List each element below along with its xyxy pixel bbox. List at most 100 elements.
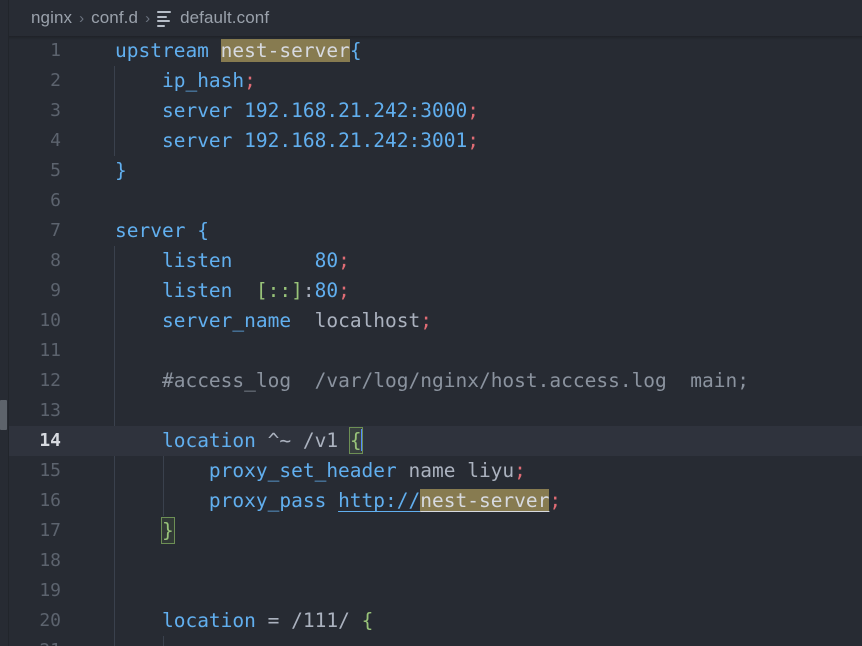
line-number: 4 [50,130,61,151]
token-brace: { [197,219,209,242]
token-semicolon: ; [420,309,433,332]
token-gap [232,279,255,302]
line-content[interactable]: #access_log /var/log/nginx/host.access.l… [115,366,862,396]
code-line-18[interactable]: 18 [9,546,862,576]
code-line-21[interactable]: 21 [9,636,862,646]
breadcrumb-separator-2: › [145,9,151,27]
code-line-17[interactable]: 17 } [9,516,862,546]
code-line-16[interactable]: 16 proxy_pass http://nest-server; [9,486,862,516]
line-content[interactable]: } [115,156,862,186]
token-port: 80 [314,279,339,302]
code-line-3[interactable]: 3 server 192.168.21.242:3000; [9,96,862,126]
line-number: 10 [39,310,61,331]
code-line-6[interactable]: 6 [9,186,862,216]
token-gap [291,309,314,332]
line-number: 5 [50,160,61,181]
token-keyword: listen [161,249,233,272]
token-semicolon: ; [244,69,256,92]
indent-guide [114,636,115,646]
line-number: 2 [50,70,61,91]
indent-guide [163,636,164,646]
line-number-active: 14 [39,430,61,451]
token-selection-match[interactable]: nest-server [420,489,550,512]
line-number: 18 [39,550,61,571]
token-keyword: proxy_pass [208,489,339,512]
token-keyword: server_name [161,309,292,332]
text-cursor [360,429,363,451]
breadcrumb-item-nginx[interactable]: nginx [31,8,72,28]
token-keyword: proxy_set_header [208,459,397,482]
token-keyword: upstream [115,39,221,62]
token-keyword: server [115,219,198,242]
vertical-scrollbar[interactable] [0,0,8,646]
breadcrumb-item-default-conf[interactable]: default.conf [180,8,269,28]
breadcrumb-item-confd[interactable]: conf.d [91,8,138,28]
line-number: 13 [39,400,61,421]
token-ipv6: [::] [255,279,303,302]
line-content[interactable]: ip_hash; [115,66,862,96]
code-line-12[interactable]: 12 #access_log /var/log/nginx/host.acces… [9,366,862,396]
line-number: 12 [39,370,61,391]
line-number: 19 [39,580,61,601]
token-modifier: = /111/ [255,609,362,632]
code-line-13[interactable]: 13 [9,396,862,426]
line-content[interactable]: listen 80; [115,246,862,276]
token-keyword: listen [161,279,233,302]
code-line-2[interactable]: 2 ip_hash; [9,66,862,96]
line-content[interactable]: proxy_set_header name liyu; [115,456,862,486]
token-value: localhost [314,309,421,332]
code-line-5[interactable]: 5 } [9,156,862,186]
nginx-conf-file-icon [157,11,172,27]
code-line-15[interactable]: 15 proxy_set_header name liyu; [9,456,862,486]
token-semicolon: ; [338,249,350,272]
indent-guide [114,576,115,606]
code-line-14[interactable]: 14 location ^~ /v1 { [9,426,862,456]
token-semicolon: ; [549,489,562,512]
line-number: 21 [9,636,83,646]
code-line-10[interactable]: 10 server_name localhost; [9,306,862,336]
token-selection-match: nest-server [220,39,350,62]
token-value: 192.168.21.242:3001 [244,129,468,152]
scrollbar-thumb[interactable] [0,400,7,430]
token-keyword: server [161,99,245,122]
line-content[interactable]: proxy_pass http://nest-server; [115,486,862,516]
line-content[interactable]: upstream nest-server{ [115,36,862,66]
code-line-1[interactable]: 1 upstream nest-server{ [9,36,862,66]
token-brace: } [115,159,127,182]
token-keyword: location [161,429,256,452]
indent-guide [114,336,115,366]
line-content[interactable]: } [115,516,862,546]
token-value: 192.168.21.242:3000 [244,99,468,122]
editor-left-border [8,0,9,646]
code-line-9[interactable]: 9 listen [::]:80; [9,276,862,306]
line-number: 1 [50,40,61,61]
line-content[interactable]: server 192.168.21.242:3000; [115,96,862,126]
token-semicolon: ; [338,279,350,302]
token-url-scheme[interactable]: http:// [338,489,420,512]
code-line-20[interactable]: 20 location = /111/ { [9,606,862,636]
token-keyword: server [161,129,245,152]
line-content[interactable]: server { [115,216,862,246]
code-line-19[interactable]: 19 [9,576,862,606]
breadcrumb: nginx › conf.d › default.conf [9,0,862,36]
line-number: 15 [39,460,61,481]
line-content[interactable]: server_name localhost; [115,306,862,336]
line-content[interactable]: location ^~ /v1 { [115,426,862,456]
code-line-7[interactable]: 7 server { [9,216,862,246]
code-line-8[interactable]: 8 listen 80; [9,246,862,276]
code-editor[interactable]: 1 upstream nest-server{ 2 ip_hash; 3 ser… [9,36,862,646]
line-content[interactable]: listen [::]:80; [115,276,862,306]
code-line-4[interactable]: 4 server 192.168.21.242:3001; [9,126,862,156]
code-line-11[interactable]: 11 [9,336,862,366]
line-number: 8 [50,250,61,271]
line-content[interactable]: server 192.168.21.242:3001; [115,126,862,156]
indent-guide [114,396,115,426]
token-modifier: ^~ /v1 [255,429,350,452]
line-content[interactable]: location = /111/ { [115,606,862,636]
line-number: 11 [39,340,61,361]
token-value: 80 [314,249,339,272]
line-number: 20 [39,610,61,631]
token-semicolon: ; [514,459,526,482]
token-gap [232,249,314,272]
breadcrumb-separator-1: › [79,9,85,27]
